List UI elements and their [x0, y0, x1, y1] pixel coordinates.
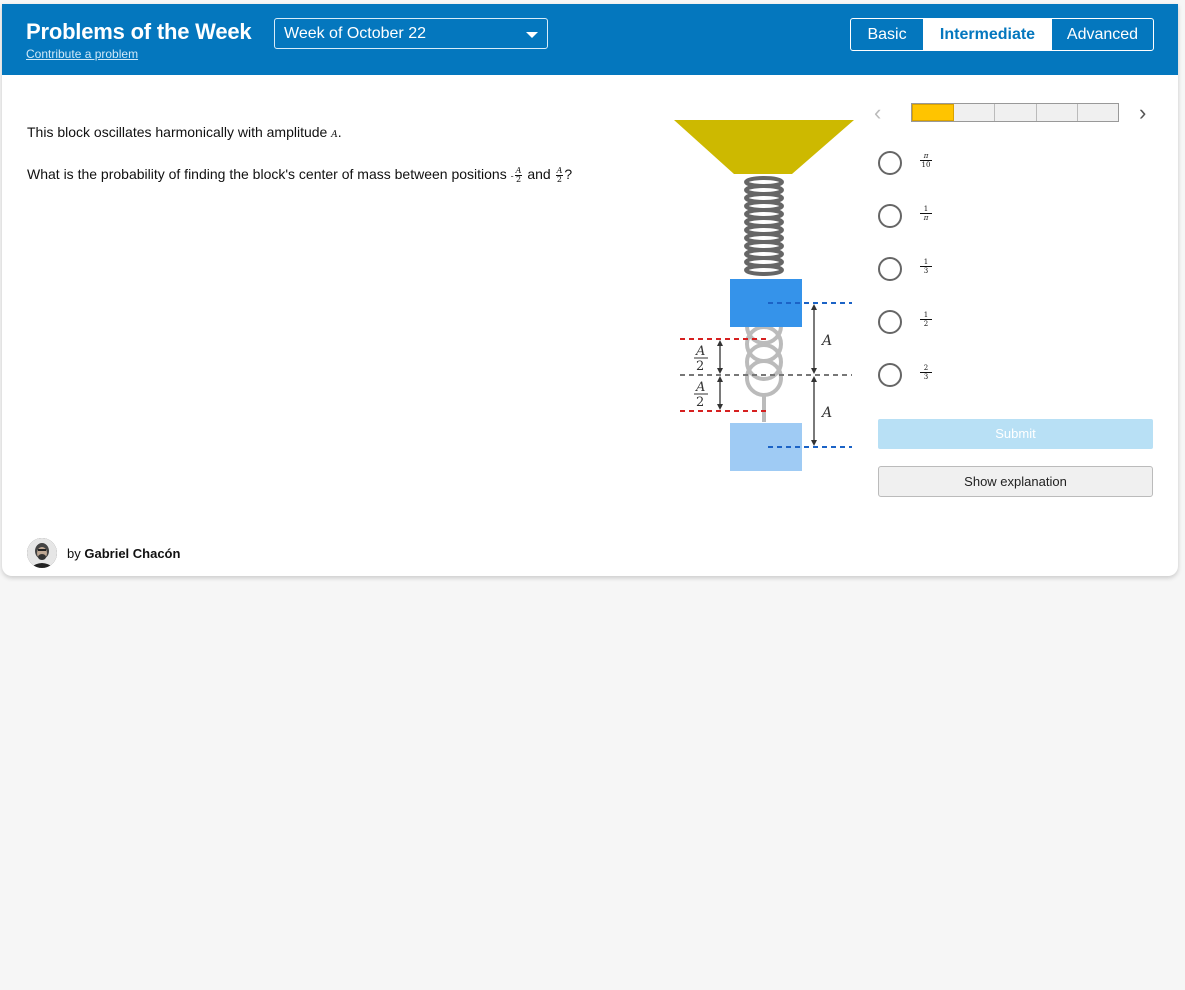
math-fraction-pos: A2 — [555, 166, 564, 184]
problem-card: Problems of the Week Contribute a proble… — [2, 4, 1178, 576]
choice-option-3[interactable]: 13 — [878, 257, 1078, 287]
progress-segment — [954, 104, 996, 121]
label-A-upper: A — [820, 333, 832, 349]
progress-segment — [1037, 104, 1078, 121]
radio-button[interactable] — [878, 204, 902, 228]
fraction-den: 3 — [923, 267, 929, 275]
block-lower — [730, 423, 802, 471]
choice-fraction: 12 — [920, 311, 932, 328]
fraction-num: 2 — [920, 364, 932, 373]
label-half-den-bottom: 2 — [696, 395, 704, 410]
ceiling-mount — [674, 120, 854, 174]
fraction-num: 1 — [920, 311, 932, 320]
byline-prefix: by — [67, 546, 81, 561]
fraction-den: π — [923, 214, 929, 222]
caret-down-icon — [526, 32, 538, 38]
choice-fraction: 1π — [920, 205, 932, 222]
week-select[interactable]: Week of October 22 — [274, 18, 548, 49]
fraction-den: 2 — [556, 174, 563, 184]
label-A-lower: A — [820, 405, 832, 421]
author-byline: by Gabriel Chacón — [67, 546, 180, 561]
show-explanation-button[interactable]: Show explanation — [878, 466, 1153, 497]
question-punct: . — [337, 124, 342, 140]
author-portrait-icon — [27, 538, 57, 568]
question-text: This block oscillates harmonically with … — [27, 124, 328, 140]
author-name: Gabriel Chacón — [84, 546, 181, 561]
choice-fraction: 23 — [920, 364, 932, 381]
progress-segment — [1078, 104, 1118, 121]
level-intermediate-button[interactable]: Intermediate — [924, 19, 1051, 50]
level-advanced-button[interactable]: Advanced — [1051, 19, 1153, 50]
progress-segment — [995, 104, 1037, 121]
question-line-1: This block oscillates harmonically with … — [27, 124, 342, 140]
radio-button[interactable] — [878, 257, 902, 281]
fraction-den: 2 — [516, 174, 522, 184]
choice-option-5[interactable]: 23 — [878, 363, 1078, 393]
week-select-value: Week of October 22 — [284, 25, 426, 42]
progress-bar — [911, 103, 1119, 122]
question-connector: and — [527, 166, 551, 182]
spring-mass-figure: A A A 2 A 2 — [674, 120, 854, 471]
choice-option-4[interactable]: 12 — [878, 310, 1078, 340]
question-line-2: What is the probability of finding the b… — [27, 166, 572, 184]
avatar — [27, 538, 57, 568]
label-half-den-top: 2 — [696, 359, 704, 374]
radio-button[interactable] — [878, 151, 902, 175]
radio-button[interactable] — [878, 363, 902, 387]
spring-compressed — [744, 176, 784, 276]
block-upper — [730, 279, 802, 327]
label-half-num-bottom: A — [695, 380, 705, 395]
choice-option-2[interactable]: 1π — [878, 204, 1078, 234]
choice-fraction: π 10 — [920, 152, 932, 169]
level-basic-button[interactable]: Basic — [851, 19, 924, 50]
contribute-link[interactable]: Contribute a problem — [26, 47, 138, 61]
fraction-num: 1 — [920, 205, 932, 214]
chevron-left-icon[interactable]: ‹ — [874, 102, 892, 124]
label-half-num-top: A — [695, 344, 705, 359]
fraction-den: 10 — [921, 161, 931, 169]
math-fraction-neg: A2 — [514, 166, 523, 184]
question-punct: ? — [564, 166, 573, 182]
fraction-num: 1 — [920, 258, 932, 267]
question-text: What is the probability of finding the b… — [27, 166, 507, 182]
choice-fraction: 13 — [920, 258, 932, 275]
math-neg-sign: - — [510, 172, 514, 182]
radio-button[interactable] — [878, 310, 902, 334]
page-title: Problems of the Week — [26, 19, 252, 44]
header-bar: Problems of the Week Contribute a proble… — [2, 4, 1178, 75]
submit-button[interactable]: Submit — [878, 419, 1153, 449]
choice-option-1[interactable]: π 10 — [878, 151, 1078, 181]
fraction-den: 2 — [923, 320, 929, 328]
level-toggle: Basic Intermediate Advanced — [850, 18, 1154, 51]
fraction-num: π — [920, 152, 932, 161]
chevron-right-icon[interactable]: › — [1139, 102, 1157, 124]
fraction-den: 3 — [923, 373, 929, 381]
progress-segment — [912, 104, 955, 121]
